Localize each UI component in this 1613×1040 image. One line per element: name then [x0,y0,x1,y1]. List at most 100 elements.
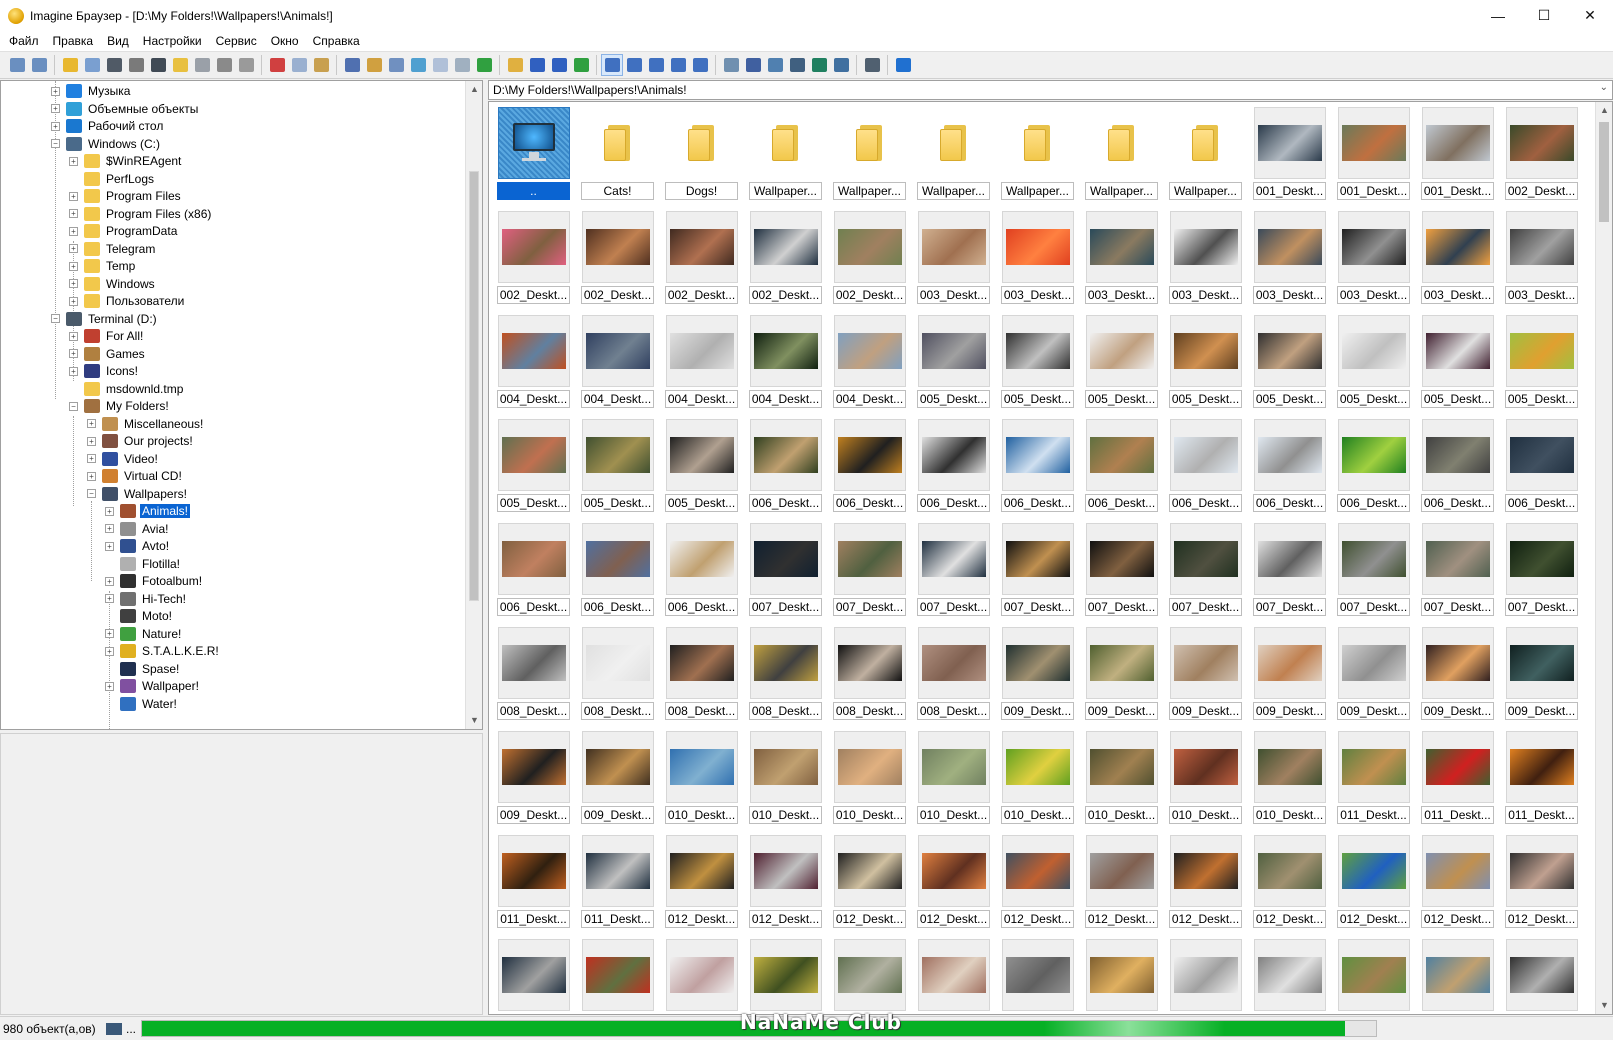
tree-item[interactable]: − Windows (C:) [51,135,162,153]
image-thumbnail[interactable]: 006_Deskt... [581,523,654,617]
scroll-up-icon[interactable]: ▲ [1596,102,1612,119]
image-thumbnail[interactable]: 010_Deskt... [749,731,822,825]
batch-icon[interactable] [786,54,808,76]
image-thumbnail[interactable]: 005_Deskt... [497,419,570,513]
large-thumbs-icon[interactable] [601,54,623,76]
collapse-icon[interactable]: − [51,139,60,148]
image-thumbnail[interactable]: 002_Deskt... [497,211,570,305]
image-thumbnail[interactable]: 009_Deskt... [1085,627,1158,721]
image-thumbnail[interactable]: 007_Deskt... [1505,523,1578,617]
expand-icon[interactable]: + [69,366,78,376]
image-thumbnail[interactable]: 009_Deskt... [581,731,654,825]
image-thumbnail[interactable] [1253,939,1326,1014]
expand-icon[interactable]: + [51,121,60,131]
grid-scrollbar[interactable]: ▲ ▼ [1595,102,1612,1014]
image-thumbnail[interactable]: 012_Deskt... [1169,835,1242,929]
copy-to-icon[interactable] [81,54,103,76]
image-thumbnail[interactable]: 009_Deskt... [1505,627,1578,721]
image-thumbnail[interactable]: 007_Deskt... [1337,523,1410,617]
tree-item[interactable]: + Музыка [51,82,132,100]
expand-icon[interactable]: + [105,576,114,586]
image-thumbnail[interactable]: 012_Deskt... [917,835,990,929]
image-thumbnail[interactable]: 005_Deskt... [665,419,738,513]
tree-item[interactable]: + Program Files [69,187,183,205]
tree-item[interactable]: − Wallpapers! [87,485,189,503]
image-thumbnail[interactable] [1505,939,1578,1014]
image-thumbnail[interactable]: 003_Deskt... [1337,211,1410,305]
folder-item[interactable]: Cats! [581,107,654,201]
tree-item[interactable]: + Рабочий стол [51,117,165,135]
info-icon[interactable] [125,54,147,76]
folder-tree[interactable]: ▲ ▼ + Музыка + Объемные объекты + Рабочий сто… [0,80,483,730]
folder-item[interactable]: Wallpaper... [749,107,822,201]
image-thumbnail[interactable]: 006_Deskt... [1421,419,1494,513]
image-thumbnail[interactable] [1169,939,1242,1014]
image-thumbnail[interactable]: 009_Deskt... [1253,627,1326,721]
image-thumbnail[interactable]: 009_Deskt... [1337,627,1410,721]
image-thumbnail[interactable]: 009_Deskt... [1001,627,1074,721]
image-thumbnail[interactable]: 004_Deskt... [833,315,906,409]
image-thumbnail[interactable]: 006_Deskt... [1505,419,1578,513]
image-thumbnail[interactable]: 002_Deskt... [749,211,822,305]
image-thumbnail[interactable]: 012_Deskt... [1505,835,1578,929]
expand-icon[interactable]: + [105,524,114,533]
image-thumbnail[interactable]: 007_Deskt... [833,523,906,617]
tree-item[interactable]: msdownld.tmp [69,380,185,398]
menu-help[interactable]: Справка [306,31,367,51]
tree-icon[interactable] [363,54,385,76]
tree-item[interactable]: − My Folders! [69,397,171,415]
image-thumbnail[interactable]: 005_Deskt... [1085,315,1158,409]
expand-icon[interactable]: + [105,681,114,691]
folder-item[interactable]: Wallpaper... [1169,107,1242,201]
expand-icon[interactable]: + [105,629,114,638]
image-thumbnail[interactable] [917,939,990,1014]
image-thumbnail[interactable]: 006_Deskt... [1001,419,1074,513]
menu-edit[interactable]: Правка [46,31,101,51]
image-thumbnail[interactable]: 011_Deskt... [581,835,654,929]
image-thumbnail[interactable]: 009_Deskt... [1169,627,1242,721]
expand-icon[interactable]: + [69,296,78,306]
expand-icon[interactable]: + [105,506,114,516]
image-thumbnail[interactable] [749,939,822,1014]
tree-item[interactable]: + Games [69,345,147,363]
expand-icon[interactable]: + [87,471,96,481]
image-thumbnail[interactable]: 007_Deskt... [1421,523,1494,617]
back-icon[interactable] [526,54,548,76]
up-folder-icon[interactable] [504,54,526,76]
image-thumbnail[interactable]: 010_Deskt... [1001,731,1074,825]
image-thumbnail[interactable]: 006_Deskt... [833,419,906,513]
tree-item[interactable]: + Animals! [105,502,192,520]
delete-icon[interactable] [213,54,235,76]
image-thumbnail[interactable]: 003_Deskt... [1001,211,1074,305]
image-thumbnail[interactable]: 005_Deskt... [1253,315,1326,409]
image-thumbnail[interactable]: 007_Deskt... [917,523,990,617]
tools-icon[interactable] [720,54,742,76]
view-icon[interactable] [6,54,28,76]
convert-icon[interactable] [808,54,830,76]
tree-scroll-thumb[interactable] [469,171,479,601]
expand-icon[interactable]: + [51,104,60,113]
collapse-icon[interactable]: − [87,489,96,498]
thumbnail-pane[interactable]: .. Cats! Dogs! Wallpaper... Wallpaper... Wall… [488,101,1613,1015]
tree-item[interactable]: + Telegram [69,240,157,258]
forward-icon[interactable] [548,54,570,76]
image-thumbnail[interactable] [665,939,738,1014]
image-thumbnail[interactable]: 010_Deskt... [833,731,906,825]
paste-icon[interactable] [310,54,332,76]
expand-icon[interactable]: + [69,261,78,271]
image-thumbnail[interactable]: 007_Deskt... [1169,523,1242,617]
menu-service[interactable]: Сервис [209,31,264,51]
tree-item[interactable]: + Avia! [105,520,170,538]
expand-icon[interactable]: + [69,226,78,236]
folder-item[interactable]: Wallpaper... [833,107,906,201]
tree-item[interactable]: + Fotoalbum! [105,572,204,590]
expand-icon[interactable]: + [69,156,78,166]
image-thumbnail[interactable]: 006_Deskt... [497,523,570,617]
image-thumbnail[interactable]: 005_Deskt... [1001,315,1074,409]
image-thumbnail[interactable]: 010_Deskt... [665,731,738,825]
cut-icon[interactable] [266,54,288,76]
image-thumbnail[interactable]: 009_Deskt... [497,731,570,825]
image-thumbnail[interactable] [1421,939,1494,1014]
image-thumbnail[interactable]: 002_Deskt... [833,211,906,305]
image-thumbnail[interactable]: 008_Deskt... [581,627,654,721]
